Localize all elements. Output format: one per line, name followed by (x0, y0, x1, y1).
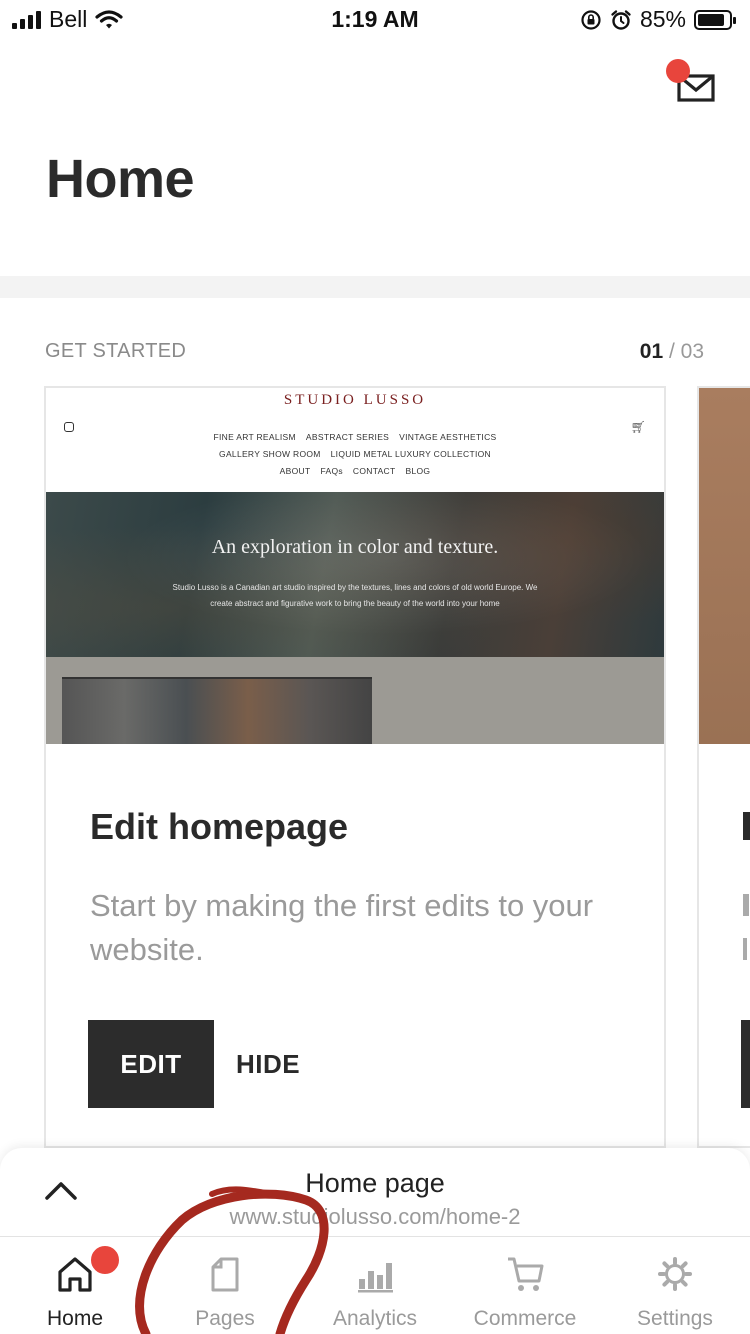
preview-nav-row-3: ABOUT FAQs CONTACT BLOG (46, 466, 664, 476)
preview-brand: STUDIO LUSSO (283, 392, 427, 408)
edit-button[interactable]: EDIT (88, 1020, 214, 1108)
section-label: GET STARTED (45, 340, 187, 362)
page-bottom-sheet[interactable]: Home page www.studiolusso.com/home-2 (0, 1148, 750, 1236)
rotation-lock-icon (581, 9, 601, 30)
status-bar: Bell 1:19 AM 85% (0, 0, 750, 42)
card-description: Start by making the first edits to your … (90, 888, 594, 967)
next-card-text-fragment (743, 894, 749, 916)
battery-icon (694, 9, 736, 30)
card-pager: 01 / 03 (640, 340, 704, 364)
preview-nav-item: ABOUT (279, 466, 311, 476)
home-badge (88, 1243, 122, 1277)
tab-analytics[interactable]: Analytics (300, 1237, 450, 1334)
preview-nav-item: CONTACT (352, 466, 396, 476)
preview-body-line: Studio Lusso is a Canadian art studio in… (172, 583, 538, 592)
battery-level (698, 13, 724, 26)
preview-nav-item: ABSTRACT SERIES (305, 432, 390, 442)
preview-nav-item: LIQUID METAL LUXURY COLLECTION (330, 449, 491, 459)
preview-hero-image: An exploration in color and texture. Stu… (46, 492, 664, 657)
website-preview: STUDIO LUSSO 🛒︎ FINE ART REALISM ABSTRACT… (46, 388, 664, 744)
preview-nav-item: GALLERY SHOW ROOM (219, 449, 321, 459)
preview-nav-item: BLOG (405, 466, 431, 476)
preview-nav-item: VINTAGE AESTHETICS (399, 432, 497, 442)
preview-body-line: create abstract and figurative work to b… (210, 599, 500, 608)
tab-home[interactable]: Home (0, 1237, 150, 1334)
preview-body: Studio Lusso is a Canadian art studio in… (126, 580, 584, 612)
pager-separator: / (663, 340, 681, 363)
next-card-image (699, 388, 750, 744)
preview-artwork-image (62, 677, 372, 744)
tab-label: Settings (637, 1307, 713, 1330)
tab-label: Analytics (332, 1307, 418, 1330)
battery-percent: 85% (639, 6, 686, 32)
preview-nav-row-1: FINE ART REALISM ABSTRACT SERIES VINTAGE A… (46, 432, 664, 442)
next-card-text-fragment (743, 938, 747, 960)
tab-bar: Home Pages Analytics Commerce Settings (0, 1236, 750, 1334)
next-card-title-fragment (743, 812, 750, 840)
preview-nav-row-2: GALLERY SHOW ROOM LIQUID METAL LUXURY COL… (46, 449, 664, 459)
analytics-icon (358, 1263, 393, 1293)
sheet-url[interactable]: www.studiolusso.com/home-2 (0, 1204, 750, 1230)
get-started-card[interactable]: STUDIO LUSSO 🛒︎ FINE ART REALISM ABSTRACT… (44, 386, 666, 1148)
page-title: Home (46, 149, 195, 209)
gear-icon (658, 1257, 692, 1291)
hide-button[interactable]: HIDE (236, 1020, 300, 1108)
preview-nav-item: FAQs (320, 466, 343, 476)
notification-dot (666, 59, 690, 83)
card-title: Edit homepage (90, 806, 349, 847)
next-card-button[interactable] (741, 1020, 750, 1108)
pages-icon (211, 1257, 239, 1292)
alarm-icon (611, 9, 631, 30)
tab-settings[interactable]: Settings (600, 1237, 750, 1334)
tab-label: Commerce (473, 1307, 577, 1330)
pager-current: 01 (639, 340, 664, 363)
preview-headline: An exploration in color and texture. (211, 536, 499, 558)
preview-gallery-section (46, 657, 664, 744)
section-divider (0, 276, 750, 298)
tab-label: Home (46, 1307, 104, 1330)
next-card-peek[interactable] (697, 386, 750, 1148)
tab-label: Pages (195, 1307, 255, 1330)
sheet-title: Home page (305, 1168, 445, 1198)
instagram-icon (64, 422, 74, 432)
tab-pages[interactable]: Pages (150, 1237, 300, 1334)
preview-nav-item: FINE ART REALISM (213, 432, 296, 442)
tab-commerce[interactable]: Commerce (450, 1237, 600, 1334)
cart-icon (508, 1257, 544, 1291)
pager-total: 03 (680, 340, 704, 363)
